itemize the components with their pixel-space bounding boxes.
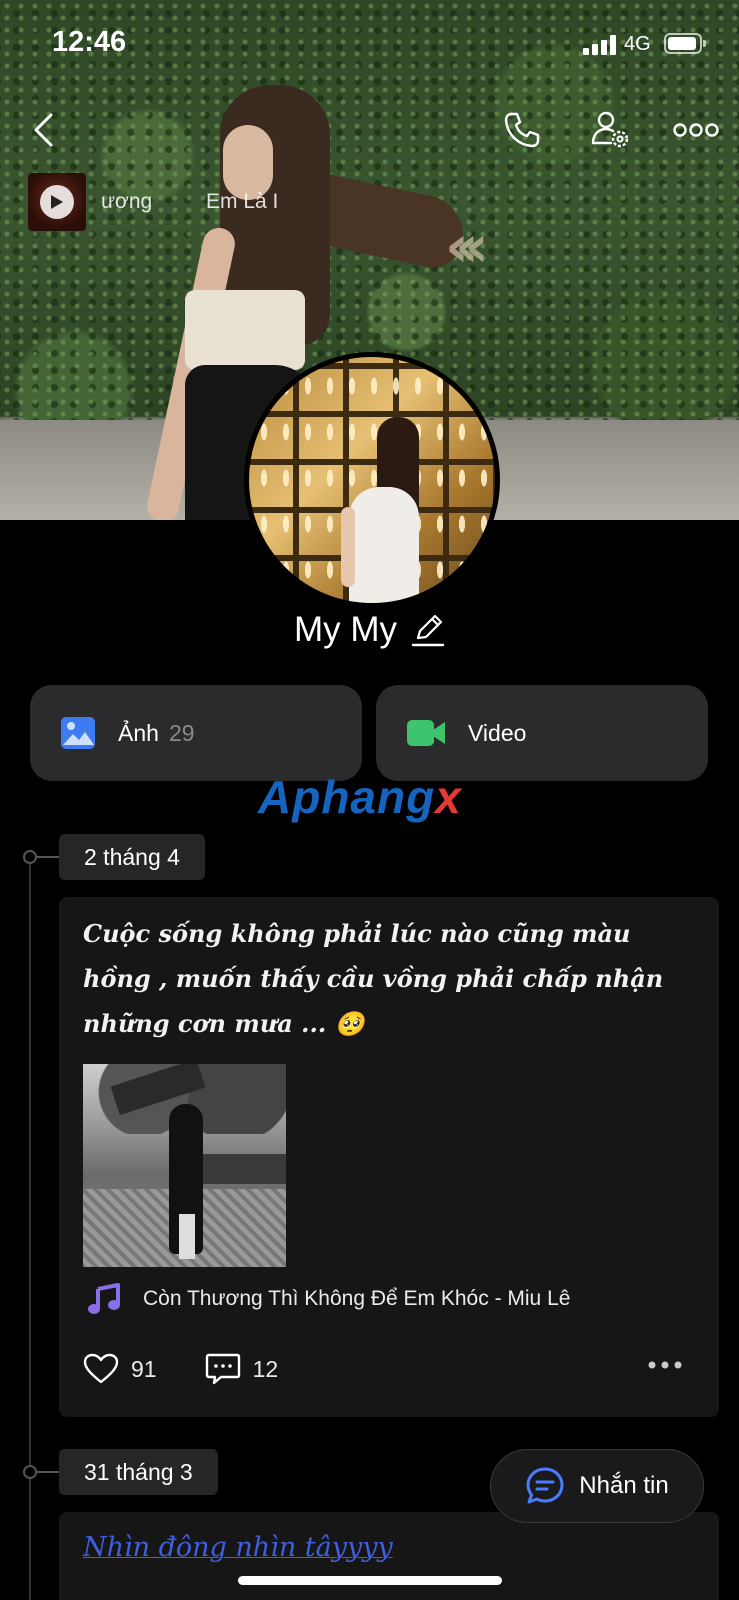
music-ticker-left: ương bbox=[101, 190, 153, 213]
chevrons-decoration: ‹‹‹ bbox=[445, 212, 489, 280]
post-text: Nhìn đông nhìn tâyyyy bbox=[83, 1532, 393, 1563]
image-icon bbox=[61, 717, 95, 749]
profile-name: My My bbox=[293, 610, 398, 649]
status-bar: 12:46 4G bbox=[0, 0, 739, 90]
home-indicator[interactable] bbox=[238, 1576, 502, 1585]
more-horizontal-icon bbox=[648, 1361, 682, 1369]
timeline-post[interactable]: Nhìn đông nhìn tâyyyy bbox=[59, 1512, 719, 1600]
back-button[interactable] bbox=[20, 106, 68, 154]
edit-pencil-icon[interactable] bbox=[411, 611, 445, 649]
send-message-button[interactable]: Nhắn tin bbox=[490, 1449, 704, 1523]
signal-icon bbox=[583, 35, 619, 55]
videos-button[interactable]: Video bbox=[376, 685, 708, 781]
like-button[interactable]: 91 bbox=[83, 1353, 157, 1385]
post-photo[interactable] bbox=[83, 1064, 286, 1267]
chevron-left-icon bbox=[34, 113, 53, 147]
post-actions: 91 12 bbox=[83, 1349, 683, 1389]
status-time: 12:46 bbox=[52, 26, 127, 58]
timeline-dot bbox=[23, 1465, 37, 1479]
post-song[interactable]: Còn Thương Thì Không Để Em Khóc - Miu Lê bbox=[87, 1283, 570, 1315]
post-song-title: Còn Thương Thì Không Để Em Khóc - Miu Lê bbox=[143, 1287, 571, 1310]
timeline-post[interactable]: Cuộc sống không phải lúc nào cũng màu hồ… bbox=[59, 897, 719, 1417]
avatar[interactable] bbox=[244, 352, 500, 608]
post-more-button[interactable] bbox=[647, 1357, 683, 1375]
like-count: 91 bbox=[131, 1355, 157, 1382]
user-settings-icon bbox=[591, 111, 629, 148]
photos-label: Ảnh bbox=[118, 719, 159, 746]
phone-icon bbox=[504, 112, 540, 148]
timeline-date: 2 tháng 4 bbox=[59, 834, 205, 880]
profile-name-row: My My bbox=[0, 610, 739, 650]
battery-icon bbox=[664, 33, 706, 54]
videos-label: Video bbox=[468, 719, 527, 746]
call-button[interactable] bbox=[498, 106, 546, 154]
video-camera-icon bbox=[407, 720, 445, 746]
send-message-label: Nhắn tin bbox=[579, 1472, 669, 1499]
comment-count: 12 bbox=[252, 1355, 279, 1382]
chat-bubble-icon bbox=[526, 1467, 564, 1504]
timeline-line bbox=[29, 858, 31, 1600]
network-type: 4G bbox=[624, 33, 651, 55]
heart-icon bbox=[83, 1353, 119, 1384]
timeline-dot bbox=[23, 850, 37, 864]
profile-music-player[interactable] bbox=[28, 173, 86, 231]
photos-button[interactable]: Ảnh 29 bbox=[30, 685, 362, 781]
music-note-icon bbox=[88, 1283, 120, 1314]
timeline-date: 31 tháng 3 bbox=[59, 1449, 218, 1495]
more-horizontal-icon bbox=[673, 123, 719, 137]
photos-count: 29 bbox=[168, 719, 195, 746]
more-options-button[interactable] bbox=[672, 106, 720, 154]
comment-button[interactable]: 12 bbox=[205, 1352, 279, 1386]
post-text: Cuộc sống không phải lúc nào cũng màu hồ… bbox=[83, 919, 664, 1038]
watermark-logo: Aphangx bbox=[258, 771, 462, 823]
comment-icon bbox=[205, 1353, 240, 1385]
music-ticker-right: Em Là I bbox=[206, 190, 279, 213]
profile-settings-button[interactable] bbox=[586, 106, 634, 154]
play-icon bbox=[40, 185, 74, 219]
